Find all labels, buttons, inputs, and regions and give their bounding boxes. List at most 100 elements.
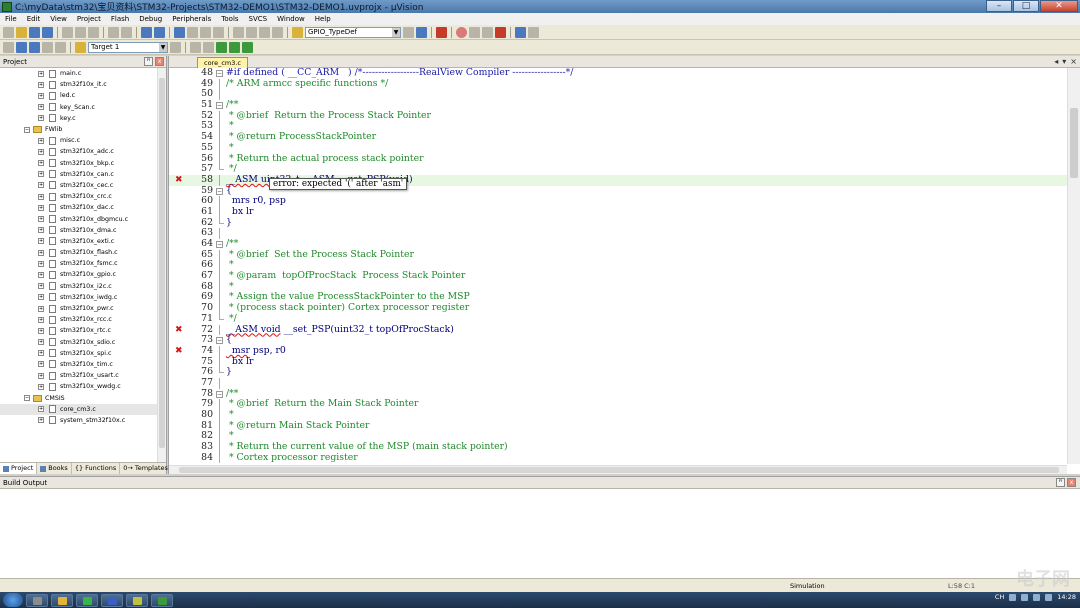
stop-build-icon[interactable] bbox=[55, 41, 66, 53]
code-line[interactable]: 49/* ARM armcc specific functions */ bbox=[169, 78, 1067, 90]
tab-templates[interactable]: 0→ Templates bbox=[120, 463, 172, 474]
target-combo[interactable]: Target 1 ▼ bbox=[88, 41, 168, 53]
chevron-down-icon[interactable]: ▼ bbox=[392, 27, 400, 37]
menu-debug[interactable]: Debug bbox=[134, 15, 167, 23]
tree-file[interactable]: + stm32f10x_i2c.c bbox=[0, 281, 157, 292]
fold-toggle-icon[interactable]: − bbox=[216, 187, 223, 195]
expand-icon[interactable]: + bbox=[38, 372, 44, 379]
redo-icon[interactable] bbox=[121, 26, 132, 38]
scrollbar-thumb[interactable] bbox=[179, 467, 1059, 473]
undo-icon[interactable] bbox=[108, 26, 119, 38]
tree-file[interactable]: + stm32f10x_cec.c bbox=[0, 180, 157, 191]
expand-icon[interactable]: + bbox=[38, 361, 44, 368]
tray-icon[interactable] bbox=[1021, 593, 1029, 601]
code-line[interactable]: 62} bbox=[169, 217, 1067, 229]
editor-horizontal-scrollbar[interactable] bbox=[169, 465, 1067, 474]
expand-icon[interactable]: + bbox=[38, 417, 44, 424]
input-language[interactable]: CH bbox=[995, 593, 1004, 601]
chevron-down-icon[interactable]: ▼ bbox=[159, 42, 167, 52]
expand-icon[interactable]: + bbox=[38, 182, 44, 189]
download-icon[interactable] bbox=[75, 41, 86, 53]
cut-icon[interactable] bbox=[62, 26, 73, 38]
tree-file[interactable]: + stm32f10x_rtc.c bbox=[0, 325, 157, 336]
open-file-icon[interactable] bbox=[16, 26, 27, 38]
insert-breakpoint-icon[interactable] bbox=[456, 26, 467, 38]
tree-file[interactable]: + stm32f10x_rcc.c bbox=[0, 314, 157, 325]
error-marker-icon[interactable]: ✖ bbox=[175, 325, 183, 336]
file-tab-core-cm3[interactable]: core_cm3.c bbox=[197, 57, 249, 68]
maximize-button[interactable]: □ bbox=[1013, 0, 1039, 12]
editor-vertical-scrollbar[interactable] bbox=[1067, 68, 1080, 464]
menu-file[interactable]: File bbox=[0, 15, 22, 23]
rebuild-icon[interactable] bbox=[29, 41, 40, 53]
tree-file[interactable]: + stm32f10x_tim.c bbox=[0, 359, 157, 370]
expand-icon[interactable]: + bbox=[38, 115, 44, 122]
translate-icon[interactable] bbox=[3, 41, 14, 53]
taskbar-word-icon[interactable] bbox=[101, 593, 123, 607]
configure-icon[interactable] bbox=[528, 26, 539, 38]
expand-icon[interactable]: + bbox=[38, 350, 44, 357]
minimize-button[interactable]: – bbox=[986, 0, 1012, 12]
tree-file[interactable]: + stm32f10x_spi.c bbox=[0, 348, 157, 359]
build-icon[interactable] bbox=[16, 41, 27, 53]
taskbar-explorer-icon[interactable] bbox=[26, 593, 48, 607]
pack-installer-icon[interactable] bbox=[216, 41, 227, 53]
scrollbar-thumb[interactable] bbox=[159, 78, 165, 448]
expand-icon[interactable]: − bbox=[24, 126, 30, 133]
taskbar-folder-icon[interactable] bbox=[51, 593, 73, 607]
close-icon[interactable]: x bbox=[155, 57, 164, 66]
scrollbar-thumb[interactable] bbox=[1070, 108, 1078, 178]
expand-icon[interactable]: + bbox=[38, 193, 44, 200]
menu-peripherals[interactable]: Peripherals bbox=[167, 15, 216, 23]
code-line[interactable]: 77 bbox=[169, 377, 1067, 389]
tree-file[interactable]: + stm32f10x_dac.c bbox=[0, 202, 157, 213]
menu-window[interactable]: Window bbox=[272, 15, 310, 23]
manage-rte-icon[interactable] bbox=[229, 41, 240, 53]
taskbar-browser-icon[interactable] bbox=[76, 593, 98, 607]
tree-file[interactable]: + stm32f10x_bkp.c bbox=[0, 158, 157, 169]
network-icon[interactable] bbox=[1033, 593, 1041, 601]
clock[interactable]: 14:28 bbox=[1057, 593, 1076, 601]
taskbar-app-icon[interactable] bbox=[126, 593, 148, 607]
code-line[interactable]: 76} bbox=[169, 367, 1067, 378]
code-line[interactable]: 63 bbox=[169, 228, 1067, 239]
expand-icon[interactable]: + bbox=[38, 204, 44, 211]
new-file-icon[interactable] bbox=[3, 26, 14, 38]
code-line[interactable]: 71 */ bbox=[169, 313, 1067, 325]
kill-breakpoints-icon[interactable] bbox=[495, 26, 506, 38]
expand-icon[interactable]: − bbox=[24, 395, 30, 402]
unindent-icon[interactable] bbox=[246, 26, 257, 38]
disable-breakpoints-icon[interactable] bbox=[482, 26, 493, 38]
code-line[interactable]: 67 * @param topOfProcStack Process Stack… bbox=[169, 270, 1067, 282]
expand-icon[interactable]: + bbox=[38, 92, 44, 99]
tree-file[interactable]: + stm32f10x_it.c bbox=[0, 79, 157, 90]
close-icon[interactable]: x bbox=[1067, 478, 1076, 487]
indent-icon[interactable] bbox=[233, 26, 244, 38]
code-line[interactable]: 56 * Return the actual process stack poi… bbox=[169, 153, 1067, 165]
expand-icon[interactable]: + bbox=[38, 81, 44, 88]
expand-icon[interactable]: + bbox=[38, 271, 44, 278]
tree-file[interactable]: + stm32f10x_dma.c bbox=[0, 225, 157, 236]
expand-icon[interactable]: + bbox=[38, 283, 44, 290]
find-in-files-icon[interactable] bbox=[292, 26, 303, 38]
menu-edit[interactable]: Edit bbox=[22, 15, 46, 23]
comment-icon[interactable] bbox=[259, 26, 270, 38]
nav-back-icon[interactable] bbox=[141, 26, 152, 38]
tab-functions[interactable]: {} Functions bbox=[72, 463, 121, 474]
expand-icon[interactable]: + bbox=[38, 316, 44, 323]
close-tab-icon[interactable]: ▾ bbox=[1062, 57, 1066, 67]
save-all-icon[interactable] bbox=[42, 26, 53, 38]
expand-icon[interactable]: + bbox=[38, 339, 44, 346]
code-line[interactable]: ✖ 72 __ASM void __set_PSP(uint32_t topOfPr… bbox=[169, 324, 1067, 336]
menu-project[interactable]: Project bbox=[72, 15, 106, 23]
tree-file[interactable]: + main.c bbox=[0, 68, 157, 79]
tree-file[interactable]: + misc.c bbox=[0, 135, 157, 146]
expand-icon[interactable]: + bbox=[38, 216, 44, 223]
pin-icon[interactable]: ꟸ bbox=[144, 57, 153, 66]
expand-icon[interactable]: + bbox=[38, 406, 44, 413]
fold-toggle-icon[interactable]: − bbox=[216, 241, 223, 248]
tree-file[interactable]: + core_cm3.c bbox=[0, 403, 157, 415]
code-line[interactable]: 81 * @return Main Stack Pointer bbox=[169, 420, 1067, 432]
build-output-text[interactable] bbox=[0, 489, 1080, 577]
select-packs-icon[interactable] bbox=[203, 41, 214, 53]
